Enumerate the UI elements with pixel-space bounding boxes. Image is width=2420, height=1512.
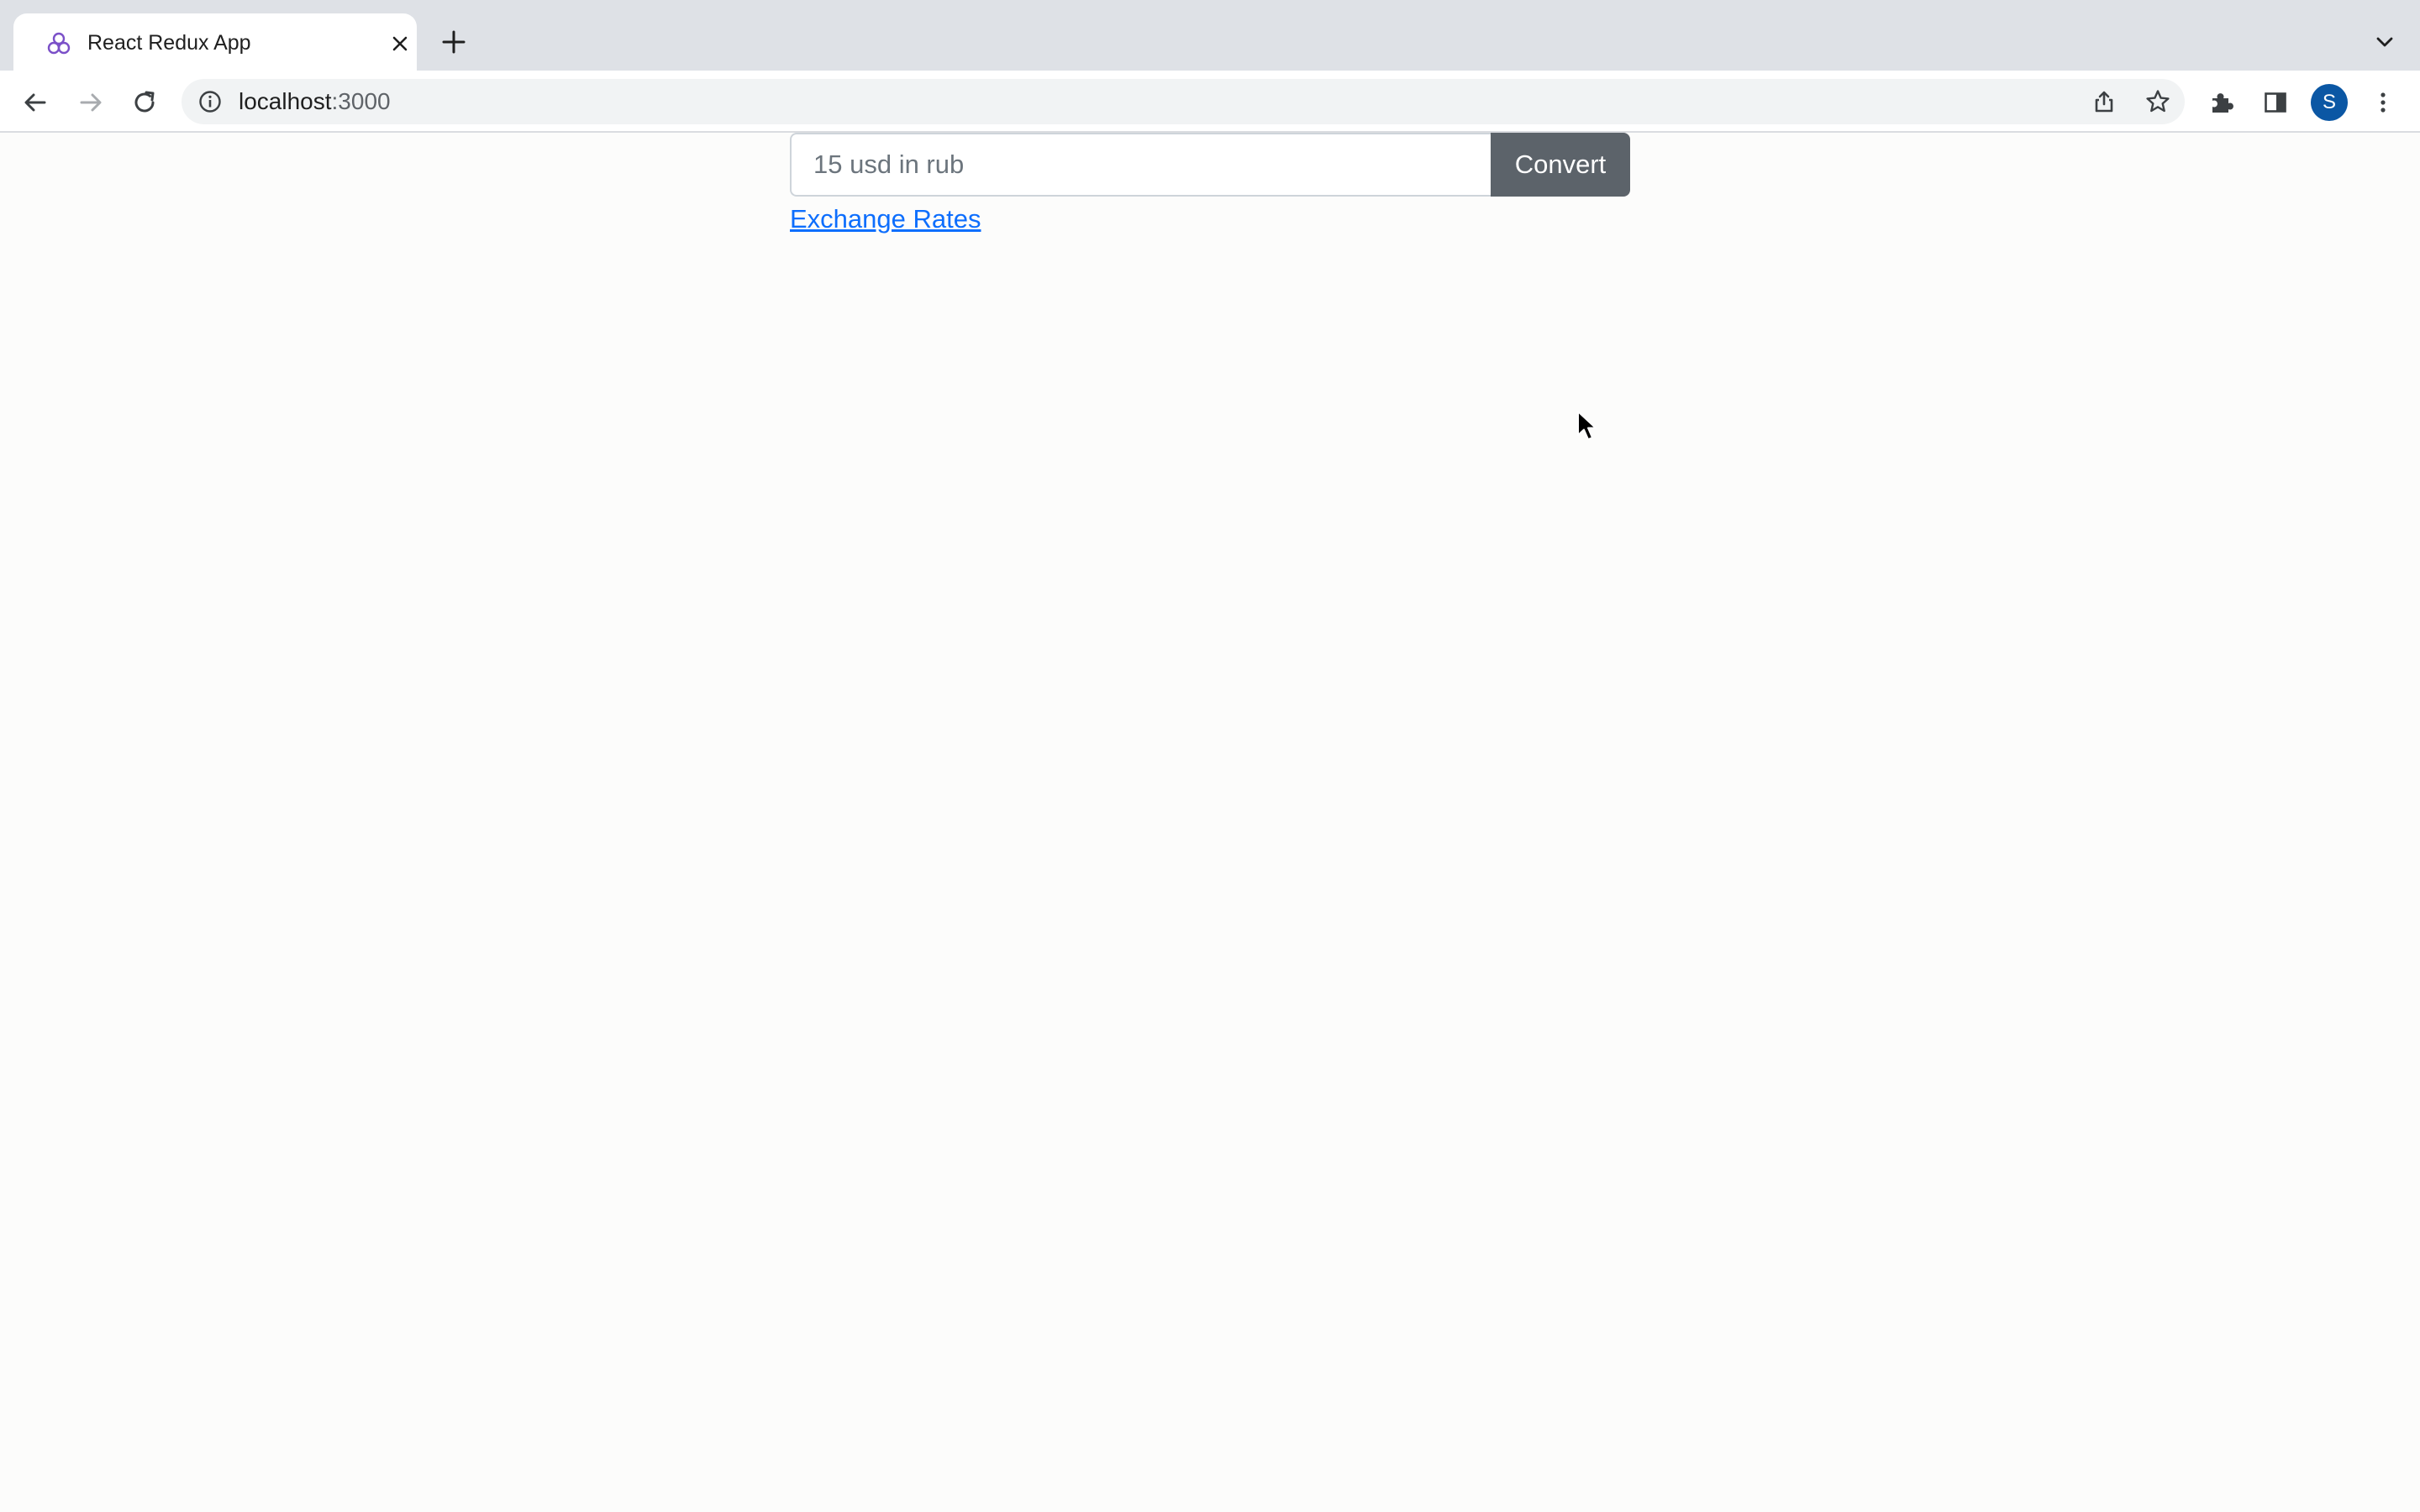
conversion-query-input[interactable]: [790, 133, 1491, 197]
tab-strip: React Redux App: [0, 0, 2420, 71]
puzzle-icon[interactable]: [2203, 84, 2240, 121]
browser-tab-active[interactable]: React Redux App: [13, 13, 417, 71]
arrow-right-icon[interactable]: [72, 84, 109, 121]
converter-form: Convert: [790, 133, 1630, 197]
info-icon[interactable]: [197, 88, 224, 115]
exchange-rates-link[interactable]: Exchange Rates: [790, 202, 981, 237]
url-text[interactable]: localhost:3000: [239, 87, 391, 116]
chevron-down-icon[interactable]: [2368, 25, 2402, 59]
arrow-left-icon[interactable]: [17, 84, 54, 121]
reload-icon[interactable]: [126, 84, 163, 121]
react-redux-icon: [45, 30, 72, 57]
star-icon[interactable]: [2139, 83, 2176, 120]
browser-toolbar: localhost:3000 S: [0, 71, 2420, 133]
tab-title: React Redux App: [87, 31, 251, 55]
side-panel-icon[interactable]: [2257, 84, 2294, 121]
url-port: :3000: [331, 88, 391, 114]
mouse-cursor-icon: [1576, 410, 1598, 442]
plus-icon[interactable]: [437, 25, 471, 59]
more-vert-icon[interactable]: [2365, 84, 2402, 121]
close-icon[interactable]: [387, 30, 413, 57]
page-viewport: Convert Exchange Rates: [0, 133, 2420, 1512]
address-bar[interactable]: localhost:3000: [182, 79, 2185, 124]
url-host: localhost: [239, 88, 332, 114]
share-icon[interactable]: [2086, 83, 2123, 120]
convert-button[interactable]: Convert: [1491, 133, 1630, 197]
avatar[interactable]: S: [2311, 84, 2348, 121]
